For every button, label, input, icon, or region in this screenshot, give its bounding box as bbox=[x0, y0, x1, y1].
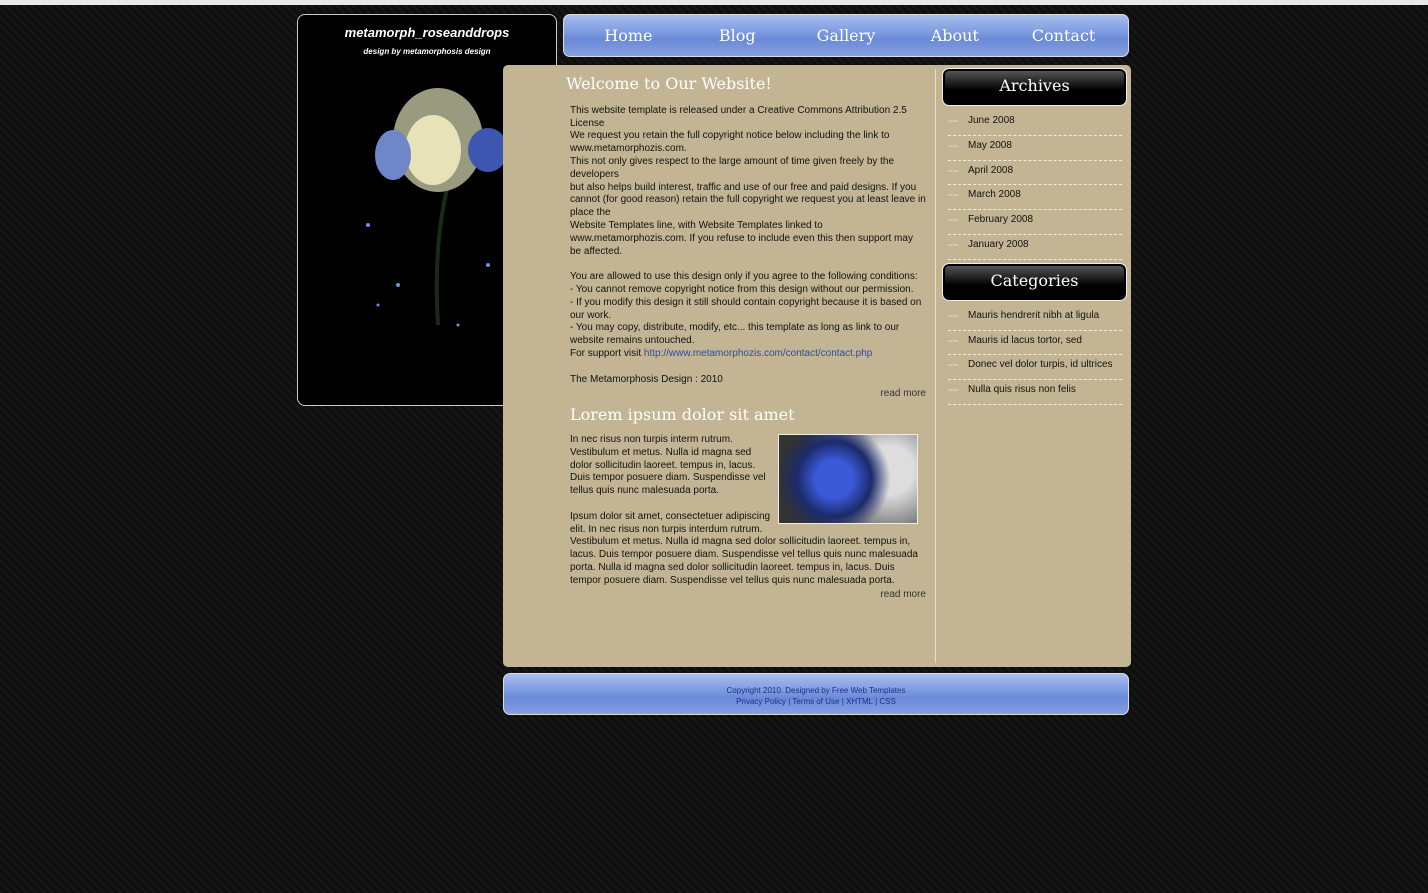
css-link[interactable]: CSS bbox=[879, 697, 895, 706]
site-title: metamorph_roseanddrops bbox=[344, 25, 510, 40]
post-body: This website template is released under … bbox=[570, 105, 926, 401]
archive-item[interactable]: May 2008 bbox=[948, 136, 1122, 161]
footer: Copyright 2010. Designed by Free Web Tem… bbox=[503, 673, 1129, 715]
nav-contact[interactable]: Contact bbox=[1019, 26, 1109, 45]
privacy-link[interactable]: Privacy Policy bbox=[736, 697, 786, 706]
main-nav: Home Blog Gallery About Contact bbox=[563, 14, 1129, 57]
flower-image bbox=[778, 433, 918, 524]
terms-link[interactable]: Terms of Use bbox=[792, 697, 839, 706]
nav-blog[interactable]: Blog bbox=[692, 26, 782, 45]
paragraph: This not only gives respect to the large… bbox=[570, 155, 895, 180]
read-more-link[interactable]: read more bbox=[880, 388, 926, 399]
xhtml-link[interactable]: XHTML bbox=[846, 697, 873, 706]
signature: The Metamorphosis Design : 2010 bbox=[570, 373, 723, 385]
post-title: Welcome to Our Website! bbox=[566, 74, 772, 93]
nav-home[interactable]: Home bbox=[583, 26, 673, 45]
categories-list: Mauris hendrerit nibh at ligula Mauris i… bbox=[948, 306, 1122, 405]
archive-item[interactable]: January 2008 bbox=[948, 235, 1122, 260]
archive-item[interactable]: April 2008 bbox=[948, 161, 1122, 186]
content-area: Welcome to Our Website! This website tem… bbox=[503, 65, 1131, 667]
browser-top-bar bbox=[0, 0, 1428, 5]
main-column: Welcome to Our Website! This website tem… bbox=[566, 65, 926, 602]
paragraph: This website template is released under … bbox=[570, 104, 907, 129]
paragraph: - You may copy, distribute, modify, etc.… bbox=[570, 322, 900, 347]
paragraph: - You cannot remove copyright notice fro… bbox=[570, 283, 914, 295]
site-subtitle: design by metamorphosis design bbox=[363, 47, 491, 56]
support-text: For support visit bbox=[570, 347, 644, 359]
archives-list: June 2008 May 2008 April 2008 March 2008… bbox=[948, 111, 1122, 260]
sidebar: Archives June 2008 May 2008 April 2008 M… bbox=[935, 68, 1132, 663]
paragraph: We request you retain the full copyright… bbox=[570, 130, 890, 155]
copyright: Copyright 2010. Designed by Free Web Tem… bbox=[726, 686, 906, 695]
paragraph: You are allowed to use this design only … bbox=[570, 271, 918, 283]
nav-about[interactable]: About bbox=[910, 26, 1000, 45]
support-link[interactable]: http://www.metamorphozis.com/contact/con… bbox=[644, 348, 872, 359]
category-item[interactable]: Mauris hendrerit nibh at ligula bbox=[948, 306, 1122, 331]
nav-gallery[interactable]: Gallery bbox=[801, 26, 891, 45]
category-item[interactable]: Nulla quis risus non felis bbox=[948, 380, 1122, 405]
archive-item[interactable]: February 2008 bbox=[948, 210, 1122, 235]
read-more-link[interactable]: read more bbox=[880, 589, 926, 600]
archive-item[interactable]: March 2008 bbox=[948, 185, 1122, 211]
paragraph: Website Templates line, with Website Tem… bbox=[570, 219, 913, 257]
paragraph: but also helps build interest, traffic a… bbox=[570, 181, 926, 219]
paragraph: - If you modify this design it still sho… bbox=[570, 296, 922, 321]
archive-item[interactable]: June 2008 bbox=[948, 111, 1122, 136]
categories-heading: Categories bbox=[942, 262, 1127, 301]
post-title: Lorem ipsum dolor sit amet bbox=[570, 405, 795, 425]
category-item[interactable]: Mauris id lacus tortor, sed bbox=[948, 331, 1122, 356]
archives-heading: Archives bbox=[942, 68, 1127, 106]
category-item[interactable]: Donec vel dolor turpis, id ultrices bbox=[948, 355, 1122, 381]
